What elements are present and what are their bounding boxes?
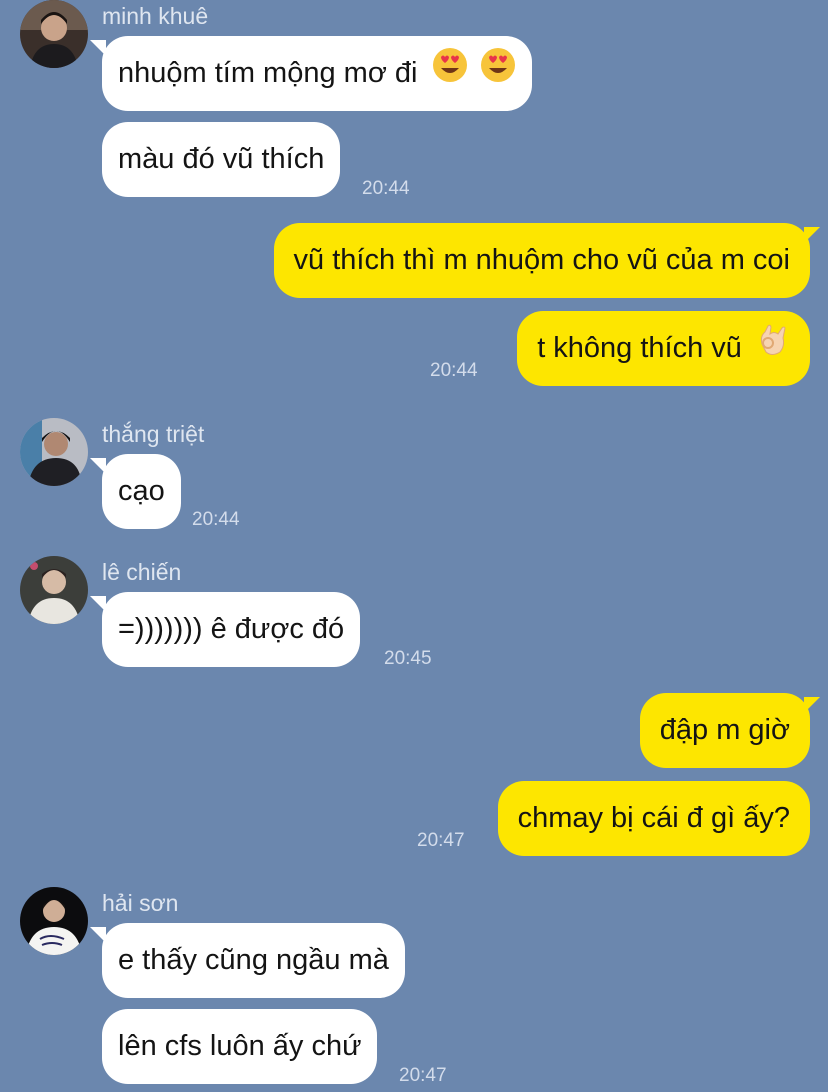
message-text: =))))))) ê được đó — [118, 613, 345, 645]
message-text: t không thích vũ — [537, 332, 742, 364]
message-bubble-outgoing[interactable]: đập m giờ — [639, 693, 810, 768]
message-timestamp: 20:47 — [399, 1065, 447, 1086]
ok-hand-emoji-icon — [756, 312, 790, 387]
avatar-le-chien[interactable] — [20, 556, 88, 624]
message-bubble[interactable]: cạo — [102, 454, 181, 529]
avatar-thang-triet[interactable] — [20, 418, 88, 486]
message-text: đập m giờ — [659, 714, 790, 746]
message-bubble[interactable]: =))))))) ê được đó — [102, 592, 361, 667]
message-timestamp: 20:45 — [384, 648, 432, 669]
message-bubble[interactable]: màu đó vũ thích — [102, 122, 341, 197]
message-text: e thấy cũng ngầu mà — [118, 944, 389, 976]
sender-name: thắng triệt — [102, 421, 205, 447]
message-text: cạo — [118, 475, 165, 507]
message-bubble-outgoing[interactable]: chmay bị cái đ gì ấy? — [497, 781, 810, 856]
message-text: màu đó vũ thích — [118, 143, 325, 175]
bubble-tail — [804, 227, 820, 243]
message-bubble-outgoing[interactable]: vũ thích thì m nhuộm cho vũ của m coi — [273, 223, 810, 298]
message-bubble[interactable]: nhuộm tím mộng mơ đi — [102, 36, 532, 111]
message-text: chmay bị cái đ gì ấy? — [517, 802, 790, 834]
avatar-hai-son[interactable] — [20, 887, 88, 955]
sender-name: minh khuê — [102, 3, 209, 29]
sender-name: lê chiến — [102, 559, 182, 585]
message-bubble-outgoing[interactable]: t không thích vũ — [517, 311, 810, 386]
message-timestamp: 20:44 — [362, 178, 410, 199]
message-timestamp: 20:44 — [430, 360, 478, 381]
message-text: vũ thích thì m nhuộm cho vũ của m coi — [293, 244, 790, 276]
message-text: nhuộm tím mộng mơ đi — [118, 57, 418, 89]
sender-name: hải sơn — [102, 890, 179, 916]
heart-eyes-emoji-icon — [480, 37, 516, 112]
heart-eyes-emoji-icon — [432, 37, 468, 112]
message-timestamp: 20:44 — [192, 509, 240, 530]
message-bubble[interactable]: e thấy cũng ngầu mà — [102, 923, 405, 998]
avatar-minh-khue[interactable] — [20, 0, 88, 68]
message-bubble[interactable]: lên cfs luôn ấy chứ — [102, 1009, 378, 1084]
message-timestamp: 20:47 — [417, 830, 465, 851]
message-text: lên cfs luôn ấy chứ — [118, 1030, 362, 1062]
bubble-tail — [804, 697, 820, 713]
